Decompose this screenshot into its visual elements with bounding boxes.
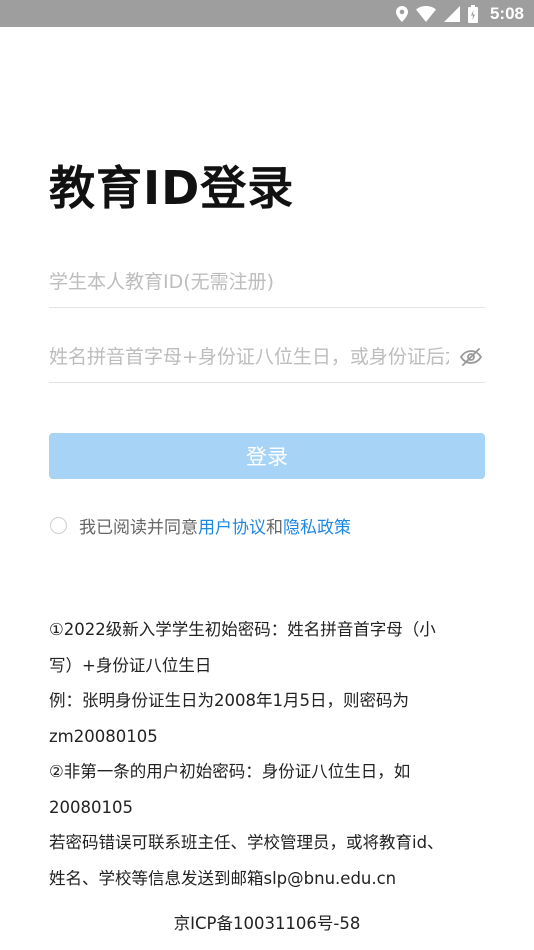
note-line: 例：张明身份证生日为2008年1月5日，则密码为 <box>49 691 409 710</box>
status-time: 5:08 <box>489 3 524 23</box>
note-line: 姓名、学校等信息发送到邮箱slp@bnu.edu.cn <box>49 868 397 888</box>
note-line: 20080105 <box>49 797 133 817</box>
password-notes: ①2022级新入学学生初始密码：姓名拼音首字母（小 写）+身份证八位生日 例：张… <box>49 612 489 896</box>
agreement-checkbox[interactable] <box>50 517 67 534</box>
battery-icon <box>467 4 478 23</box>
note-line: ①2022级新入学学生初始密码：姓名拼音首字母（小 <box>49 620 436 639</box>
note-line: zm20080105 <box>49 726 158 746</box>
page-title: 教育ID登录 <box>49 161 295 215</box>
education-id-field <box>49 256 485 308</box>
privacy-policy-link[interactable]: 隐私政策 <box>283 513 351 538</box>
eye-off-icon[interactable] <box>457 343 485 371</box>
password-input[interactable] <box>49 345 449 368</box>
location-icon <box>395 5 408 22</box>
login-button[interactable]: 登录 <box>49 433 485 479</box>
note-line: ②非第一条的用户初始密码：身份证八位生日，如 <box>49 762 411 781</box>
note-line: 写）+身份证八位生日 <box>49 655 212 675</box>
agreement-row: 我已阅读并同意 用户协议 和 隐私政策 <box>50 513 351 538</box>
user-agreement-link[interactable]: 用户协议 <box>198 513 266 538</box>
note-line: 若密码错误可联系班主任、学校管理员，或将教育id、 <box>49 833 444 852</box>
icp-footer: 京ICP备10031106号-58 <box>173 914 361 933</box>
signal-icon <box>443 5 460 22</box>
agreement-prefix: 我已阅读并同意 <box>79 518 198 538</box>
status-bar: 5:08 <box>0 0 534 27</box>
wifi-icon <box>415 5 436 22</box>
password-field <box>49 331 485 383</box>
education-id-input[interactable] <box>49 270 485 293</box>
agreement-conjunction: 和 <box>266 518 283 538</box>
